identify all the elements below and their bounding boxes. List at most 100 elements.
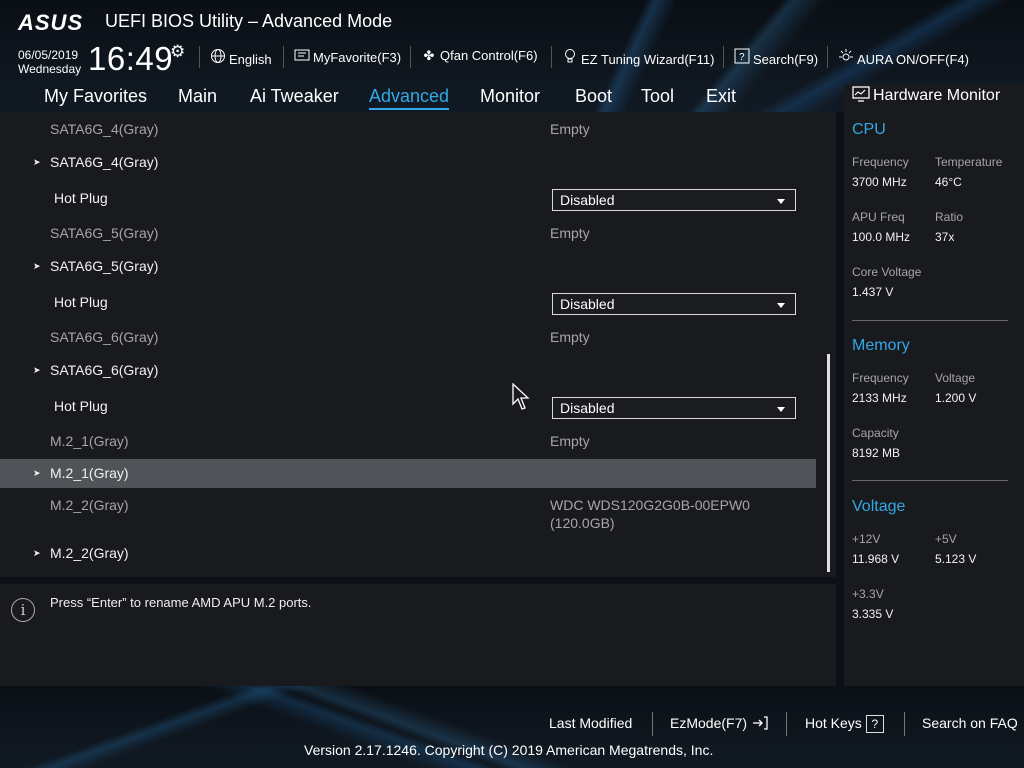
submenu-item-m2-2[interactable]: ➤ M.2_2(Gray) (0, 545, 816, 565)
ez-tuning-button[interactable]: EZ Tuning Wizard(F11) (562, 48, 714, 67)
scrollbar[interactable] (827, 354, 830, 572)
memory-frequency-value: 2133 MHz (852, 391, 907, 405)
aura-label: AURA ON/OFF(F4) (857, 52, 969, 67)
tab-boot[interactable]: Boot (575, 86, 612, 107)
qfan-button[interactable]: ✤ Qfan Control(F6) (421, 48, 538, 64)
cpu-frequency-label: Frequency (852, 155, 909, 169)
ratio-value: 37x (935, 230, 955, 244)
submenu-arrow-icon: ➤ (33, 548, 41, 558)
v5-value: 5.123 V (935, 552, 977, 566)
hot-plug-dropdown[interactable]: Disabled (552, 397, 796, 419)
svg-text:?: ? (739, 52, 745, 63)
search-label: Search(F9) (753, 52, 819, 67)
tab-tool[interactable]: Tool (641, 86, 674, 107)
info-icon: i (11, 598, 35, 622)
chevron-down-icon (777, 407, 785, 412)
row-label: SATA6G_4(Gray) (50, 154, 159, 170)
chevron-down-icon (777, 303, 785, 308)
favorite-icon (294, 48, 310, 65)
asus-logo: ASUS (18, 10, 84, 35)
tab-advanced[interactable]: Advanced (369, 86, 450, 110)
submenu-item-sata6g-4[interactable]: ➤ SATA6G_4(Gray) (0, 154, 816, 174)
divider (410, 46, 411, 68)
hotkeys-label: Hot Keys (805, 715, 862, 731)
monitor-icon (852, 86, 870, 102)
tab-monitor[interactable]: Monitor (480, 86, 540, 107)
submenu-item-m2-1-selected[interactable]: ➤ M.2_1(Gray) (0, 459, 816, 488)
hot-plug-dropdown[interactable]: Disabled (552, 293, 796, 315)
info-row: SATA6G_5(Gray) Empty (0, 225, 816, 245)
divider (551, 46, 552, 68)
ez-tuning-label: EZ Tuning Wizard(F11) (581, 52, 715, 67)
hotkeys-button[interactable]: Hot Keys? (805, 715, 884, 734)
row-label: SATA6G_4(Gray) (50, 121, 159, 137)
last-modified-button[interactable]: Last Modified (549, 715, 632, 731)
mouse-cursor-icon (512, 383, 530, 410)
divider (852, 320, 1008, 321)
info-row: SATA6G_6(Gray) Empty (0, 329, 816, 349)
cpu-heading: CPU (852, 121, 886, 138)
ezmode-button[interactable]: EzMode(F7) (670, 715, 769, 731)
hardware-monitor-title: Hardware Monitor (852, 86, 1000, 105)
search-help-icon: ? (734, 48, 750, 67)
question-mark-icon: ? (865, 715, 884, 734)
submenu-item-sata6g-6[interactable]: ➤ SATA6G_6(Gray) (0, 362, 816, 382)
hardware-monitor-panel: Hardware Monitor CPU Frequency Temperatu… (844, 84, 1024, 686)
row-label: SATA6G_6(Gray) (50, 329, 159, 345)
dropdown-value: Disabled (560, 192, 615, 208)
qfan-label: Qfan Control(F6) (440, 48, 538, 63)
tab-ai-tweaker[interactable]: Ai Tweaker (250, 86, 339, 107)
row-label: M.2_1(Gray) (50, 465, 129, 481)
divider (786, 712, 787, 736)
cpu-temperature-label: Temperature (935, 155, 1003, 169)
search-faq-button[interactable]: Search on FAQ (922, 715, 1018, 731)
exit-arrow-icon (752, 716, 768, 730)
setting-row-hot-plug: Hot Plug Disabled (0, 189, 816, 213)
help-panel: i Press “Enter” to rename AMD APU M.2 po… (0, 584, 836, 686)
divider (283, 46, 284, 68)
tab-exit[interactable]: Exit (706, 86, 736, 107)
memory-heading: Memory (852, 337, 910, 354)
row-value: Empty (550, 121, 590, 137)
globe-icon (210, 48, 226, 67)
core-voltage-label: Core Voltage (852, 265, 922, 279)
v5-label: +5V (935, 532, 957, 546)
row-label: Hot Plug (54, 294, 108, 310)
date-display: 06/05/2019 Wednesday (18, 48, 81, 76)
row-value: Empty (550, 329, 590, 345)
submenu-item-sata6g-5[interactable]: ➤ SATA6G_5(Gray) (0, 258, 816, 278)
divider (652, 712, 653, 736)
aura-button[interactable]: AURA ON/OFF(F4) (838, 48, 969, 67)
v33-value: 3.335 V (852, 607, 894, 621)
v12-label: +12V (852, 532, 881, 546)
gear-icon[interactable]: ⚙ (170, 42, 185, 62)
divider (199, 46, 200, 68)
divider (852, 480, 1008, 481)
setting-row-hot-plug: Hot Plug Disabled (0, 397, 816, 421)
apu-freq-label: APU Freq (852, 210, 905, 224)
dropdown-value: Disabled (560, 296, 615, 312)
settings-panel: SATA6G_4(Gray) Empty ➤ SATA6G_4(Gray) Ho… (0, 112, 836, 577)
submenu-arrow-icon: ➤ (33, 261, 41, 271)
lightbulb-icon (562, 48, 578, 67)
hot-plug-dropdown[interactable]: Disabled (552, 189, 796, 211)
row-value-size: (120.0GB) (550, 515, 615, 531)
voltage-heading: Voltage (852, 498, 906, 515)
language-button[interactable]: English (210, 48, 272, 67)
fan-icon: ✤ (423, 48, 435, 63)
apu-freq-value: 100.0 MHz (852, 230, 911, 244)
tab-my-favorites[interactable]: My Favorites (44, 86, 147, 107)
v33-label: +3.3V (852, 587, 884, 601)
submenu-arrow-icon: ➤ (33, 157, 41, 167)
v12-value: 11.968 V (852, 552, 900, 566)
row-label: SATA6G_6(Gray) (50, 362, 159, 378)
tab-main[interactable]: Main (178, 86, 217, 107)
search-button[interactable]: ? Search(F9) (734, 48, 818, 67)
myfavorite-button[interactable]: MyFavorite(F3) (294, 48, 401, 65)
row-label: Hot Plug (54, 398, 108, 414)
row-value: WDC WDS120G2G0B-00EPW0 (550, 497, 750, 513)
row-label: M.2_2(Gray) (50, 545, 129, 561)
row-label: M.2_1(Gray) (50, 433, 129, 449)
memory-voltage-label: Voltage (935, 371, 976, 385)
ratio-label: Ratio (935, 210, 964, 224)
